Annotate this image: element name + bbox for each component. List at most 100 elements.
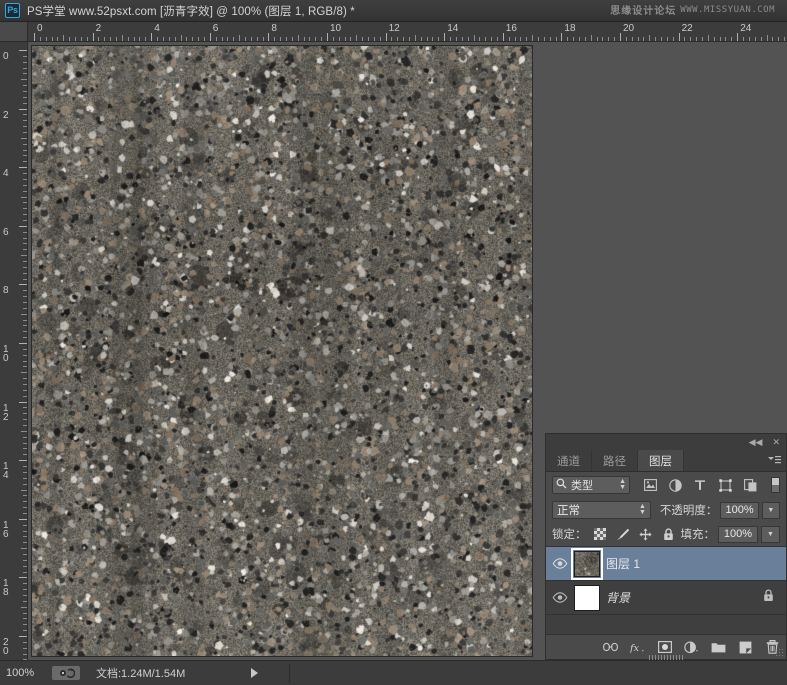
ruler-minor-tick: [23, 190, 27, 192]
ruler-minor-tick: [23, 501, 27, 503]
ruler-minor-tick: [162, 37, 164, 41]
ruler-minor-tick: [23, 325, 27, 327]
tab-paths[interactable]: 路径: [592, 450, 638, 471]
tab-channels[interactable]: 通道: [546, 450, 592, 471]
ruler-label: 10: [330, 23, 342, 34]
new-layer-icon[interactable]: [738, 640, 753, 655]
panel-resize-grip[interactable]: [775, 648, 784, 657]
ruler-minor-tick: [379, 37, 381, 41]
zoom-level-field[interactable]: 100%: [6, 667, 52, 679]
blend-stepper-icon[interactable]: ▲ ▼: [639, 503, 646, 516]
ruler-minor-tick: [23, 542, 27, 544]
ruler-minor-tick: [455, 37, 457, 41]
fx-icon[interactable]: fx: [630, 640, 645, 655]
filter-type-dropdown[interactable]: 类型 ▲ ▼: [552, 476, 630, 494]
table-row[interactable]: 背景: [546, 581, 786, 615]
blend-mode-dropdown[interactable]: 正常 ▲ ▼: [552, 501, 651, 519]
shape-layer-icon[interactable]: [718, 478, 732, 492]
ruler-minor-tick: [696, 37, 698, 41]
ruler-corner[interactable]: [0, 22, 28, 42]
ruler-minor-tick: [98, 37, 100, 41]
ruler-minor-tick: [537, 37, 539, 41]
layer-filter-row: 类型 ▲ ▼: [546, 472, 786, 498]
ruler-minor-tick: [168, 37, 170, 41]
ruler-minor-tick: [23, 231, 27, 233]
ruler-minor-tick: [23, 641, 27, 643]
ruler-minor-tick: [672, 37, 674, 41]
watermark-cn-text: 思缘设计论坛: [610, 6, 677, 17]
horizontal-ruler[interactable]: 0 2 4 6 8 10 12 14 16 18 20 22 24: [28, 22, 787, 42]
panel-collapse-icon[interactable]: ◀◀: [749, 437, 763, 447]
ruler-minor-tick: [508, 37, 510, 41]
ruler-minor-tick: [23, 73, 27, 75]
ruler-minor-tick: [133, 37, 135, 41]
ruler-minor-tick: [350, 37, 352, 41]
ruler-minor-tick: [233, 37, 235, 41]
vertical-ruler[interactable]: 0 2 4 6 8 10 12 14 16 18 20: [0, 42, 28, 660]
ruler-label: 20: [623, 23, 635, 34]
ruler-minor-tick: [614, 37, 616, 41]
ruler-major-tick: [19, 284, 27, 286]
ruler-label: 22: [681, 23, 693, 34]
link-icon[interactable]: [603, 640, 618, 655]
ruler-minor-tick: [86, 37, 88, 41]
layer-thumbnail[interactable]: [574, 584, 600, 611]
layer-thumbnail[interactable]: [571, 547, 603, 580]
opacity-dropdown-icon[interactable]: ▼: [761, 501, 780, 519]
ruler-minor-tick: [23, 114, 27, 116]
layer-list[interactable]: 图层 1 背景: [546, 546, 786, 634]
filter-enable-toggle[interactable]: [771, 477, 780, 493]
opacity-value[interactable]: 100%: [720, 501, 759, 519]
document-canvas[interactable]: [32, 46, 532, 656]
document-title: PS学堂 www.52psxt.com [沥青字效] @ 100% (图层 1,…: [27, 5, 355, 18]
panel-close-icon[interactable]: ✕: [772, 437, 780, 447]
layer-name[interactable]: 背景: [606, 589, 630, 606]
smart-object-icon[interactable]: [743, 478, 757, 492]
layer-visibility-icon[interactable]: [548, 592, 572, 603]
fill-value[interactable]: 100%: [718, 525, 758, 543]
ruler-minor-tick: [332, 37, 334, 41]
ruler-minor-tick: [23, 618, 27, 620]
ruler-minor-tick: [309, 37, 311, 41]
layer-thumbnail-wrap[interactable]: [571, 547, 603, 580]
position-lock-icon[interactable]: [639, 527, 653, 541]
adjustment-icon[interactable]: [684, 640, 699, 655]
ruler-minor-tick: [221, 37, 223, 41]
all-lock-icon[interactable]: [662, 527, 676, 541]
group-icon[interactable]: [711, 640, 726, 655]
mask-icon[interactable]: [657, 640, 672, 655]
ruler-minor-tick: [590, 35, 592, 41]
ruler-minor-tick: [23, 132, 27, 134]
ruler-minor-tick: [549, 37, 551, 41]
layer-visibility-icon[interactable]: [548, 558, 572, 569]
ruler-minor-tick: [23, 448, 27, 450]
ruler-minor-tick: [514, 37, 516, 41]
ruler-minor-tick: [321, 37, 323, 41]
panel-resize-handle[interactable]: [649, 655, 683, 660]
ruler-minor-tick: [23, 161, 27, 163]
ruler-minor-tick: [368, 37, 370, 41]
fill-dropdown-icon[interactable]: ▼: [761, 525, 780, 543]
filter-stepper-icon[interactable]: ▲ ▼: [619, 478, 626, 491]
ruler-minor-tick: [532, 35, 534, 41]
adjustment-layer-icon[interactable]: [668, 478, 682, 492]
table-row[interactable]: 图层 1: [546, 547, 786, 581]
ruler-minor-tick: [23, 624, 27, 626]
panel-menu-icon[interactable]: [767, 455, 781, 468]
ruler-minor-tick: [23, 442, 27, 444]
layer-thumbnail-wrap[interactable]: [572, 583, 602, 613]
layer-name[interactable]: 图层 1: [606, 555, 640, 572]
ruler-minor-tick: [23, 91, 27, 93]
status-expand-arrow[interactable]: [251, 668, 259, 678]
type-layer-icon[interactable]: [693, 478, 707, 492]
lock-icon-group: [593, 527, 676, 541]
tab-layers[interactable]: 图层: [638, 450, 684, 471]
transparency-lock-icon[interactable]: [593, 527, 607, 541]
ruler-minor-tick: [578, 37, 580, 41]
pixel-layer-icon[interactable]: [643, 478, 657, 492]
3d-rotate-icon[interactable]: [52, 666, 80, 680]
ruler-major-tick: [561, 33, 563, 41]
ruler-minor-tick: [63, 35, 65, 41]
image-lock-icon[interactable]: [616, 527, 630, 541]
ruler-minor-tick: [731, 37, 733, 41]
